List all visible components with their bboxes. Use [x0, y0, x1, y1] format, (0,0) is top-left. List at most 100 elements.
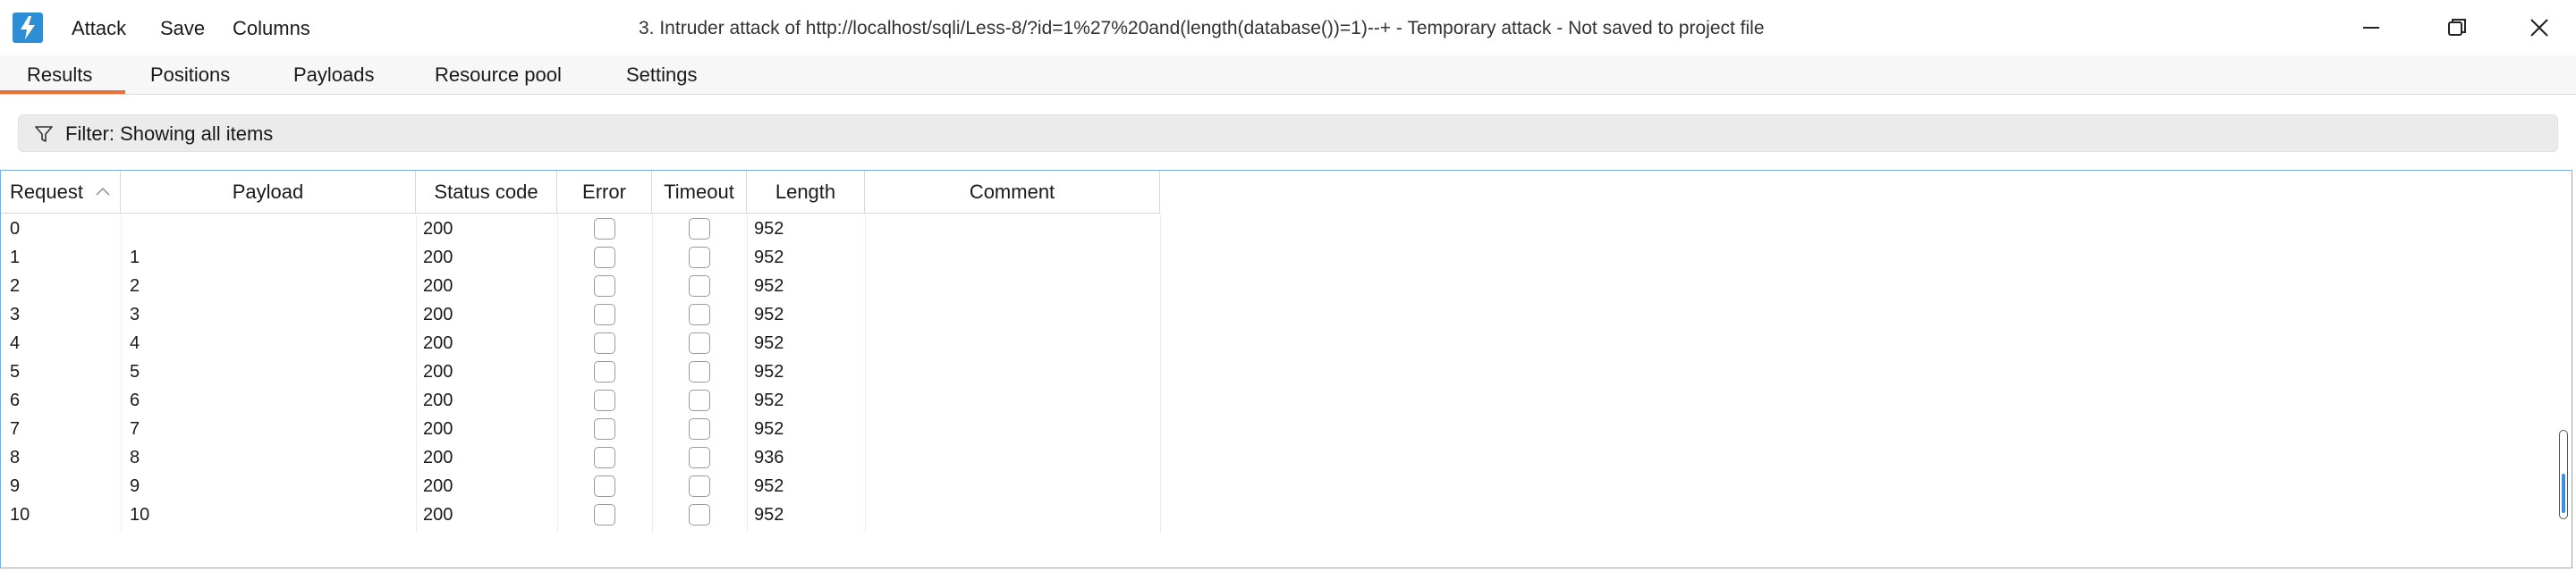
- cell-request: 2: [10, 276, 21, 296]
- column-divider: [652, 214, 653, 533]
- error-checkbox[interactable]: [594, 332, 615, 354]
- timeout-checkbox[interactable]: [689, 361, 710, 383]
- timeout-checkbox[interactable]: [689, 390, 710, 411]
- table-row[interactable]: 1 1 200 952: [1, 243, 1160, 272]
- column-header-status-code[interactable]: Status code: [416, 171, 557, 214]
- cell-length: 952: [754, 276, 784, 296]
- timeout-checkbox[interactable]: [689, 418, 710, 440]
- burp-logo-icon: [13, 13, 43, 43]
- window-title: 3. Intruder attack of http://localhost/s…: [639, 18, 1765, 38]
- table-row[interactable]: 0 200 952: [1, 214, 1160, 243]
- cell-request: 4: [10, 333, 21, 353]
- column-header-length[interactable]: Length: [747, 171, 865, 214]
- cell-payload: 4: [130, 333, 140, 353]
- table-row[interactable]: 5 5 200 952: [1, 358, 1160, 386]
- timeout-checkbox[interactable]: [689, 218, 710, 240]
- funnel-icon: [35, 126, 53, 142]
- cell-length: 952: [754, 333, 784, 353]
- menu-save[interactable]: Save: [160, 17, 205, 40]
- cell-payload: 3: [130, 305, 140, 324]
- cell-request: 5: [10, 362, 21, 382]
- vertical-scrollbar[interactable]: [2559, 430, 2568, 519]
- cell-request: 3: [10, 305, 21, 324]
- cell-status: 200: [423, 505, 453, 525]
- timeout-checkbox[interactable]: [689, 332, 710, 354]
- column-header-comment[interactable]: Comment: [865, 171, 1160, 214]
- column-header-payload[interactable]: Payload: [121, 171, 416, 214]
- table-row[interactable]: 4 4 200 952: [1, 329, 1160, 358]
- column-divider: [747, 214, 748, 533]
- cell-status: 200: [423, 276, 453, 296]
- tab-positions[interactable]: Positions: [150, 63, 230, 87]
- scrollbar-thumb[interactable]: [2562, 474, 2565, 513]
- table-row[interactable]: 6 6 200 952: [1, 386, 1160, 415]
- timeout-checkbox[interactable]: [689, 304, 710, 325]
- column-header-error[interactable]: Error: [557, 171, 652, 214]
- cell-status: 200: [423, 333, 453, 353]
- table-row[interactable]: 8 8 200 936: [1, 443, 1160, 472]
- table-header: Request Payload Status code Error Timeou…: [1, 171, 1160, 214]
- error-checkbox[interactable]: [594, 418, 615, 440]
- cell-payload: 7: [130, 419, 140, 439]
- table-row[interactable]: 2 2 200 952: [1, 272, 1160, 300]
- cell-status: 200: [423, 248, 453, 267]
- cell-length: 952: [754, 505, 784, 525]
- minimize-icon[interactable]: [2352, 9, 2390, 46]
- cell-request: 6: [10, 391, 21, 410]
- error-checkbox[interactable]: [594, 504, 615, 526]
- cell-length: 936: [754, 448, 784, 467]
- column-header-request[interactable]: Request: [1, 171, 121, 214]
- cell-length: 952: [754, 248, 784, 267]
- timeout-checkbox[interactable]: [689, 475, 710, 497]
- timeout-checkbox[interactable]: [689, 247, 710, 268]
- error-checkbox[interactable]: [594, 447, 615, 468]
- cell-request: 9: [10, 476, 21, 496]
- column-header-timeout[interactable]: Timeout: [652, 171, 747, 214]
- column-divider: [1160, 214, 1161, 533]
- table-row[interactable]: 3 3 200 952: [1, 300, 1160, 329]
- tab-payloads[interactable]: Payloads: [293, 63, 375, 87]
- table-row[interactable]: 7 7 200 952: [1, 415, 1160, 443]
- timeout-checkbox[interactable]: [689, 504, 710, 526]
- cell-status: 200: [423, 362, 453, 382]
- cell-length: 952: [754, 391, 784, 410]
- cell-request: 0: [10, 219, 21, 239]
- table-row[interactable]: 9 9 200 952: [1, 472, 1160, 500]
- cell-payload: 6: [130, 391, 140, 410]
- results-table[interactable]: Request Payload Status code Error Timeou…: [0, 170, 2572, 568]
- filter-label: Filter: Showing all items: [65, 122, 274, 145]
- column-divider: [865, 214, 866, 533]
- cell-payload: 9: [130, 476, 140, 496]
- cell-payload: 10: [130, 505, 150, 525]
- cell-payload: 8: [130, 448, 140, 467]
- timeout-checkbox[interactable]: [689, 447, 710, 468]
- error-checkbox[interactable]: [594, 218, 615, 240]
- cell-status: 200: [423, 391, 453, 410]
- close-icon[interactable]: [2521, 9, 2558, 46]
- cell-status: 200: [423, 305, 453, 324]
- filter-bar[interactable]: Filter: Showing all items: [18, 114, 2558, 152]
- tab-results[interactable]: Results: [27, 63, 92, 87]
- cell-request: 7: [10, 419, 21, 439]
- table-row[interactable]: 10 10 200 952: [1, 500, 1160, 529]
- cell-length: 952: [754, 362, 784, 382]
- error-checkbox[interactable]: [594, 361, 615, 383]
- tab-settings[interactable]: Settings: [626, 63, 698, 87]
- error-checkbox[interactable]: [594, 390, 615, 411]
- cell-request: 8: [10, 448, 21, 467]
- restore-icon[interactable]: [2438, 9, 2476, 46]
- tab-resource-pool[interactable]: Resource pool: [435, 63, 562, 87]
- cell-status: 200: [423, 476, 453, 496]
- cell-length: 952: [754, 219, 784, 239]
- menu-attack[interactable]: Attack: [72, 17, 126, 40]
- error-checkbox[interactable]: [594, 475, 615, 497]
- column-divider: [416, 214, 417, 533]
- timeout-checkbox[interactable]: [689, 275, 710, 297]
- cell-status: 200: [423, 448, 453, 467]
- cell-status: 200: [423, 419, 453, 439]
- error-checkbox[interactable]: [594, 275, 615, 297]
- error-checkbox[interactable]: [594, 304, 615, 325]
- title-bar: Attack Save Columns 3. Intruder attack o…: [0, 0, 2576, 55]
- error-checkbox[interactable]: [594, 247, 615, 268]
- menu-columns[interactable]: Columns: [233, 17, 310, 40]
